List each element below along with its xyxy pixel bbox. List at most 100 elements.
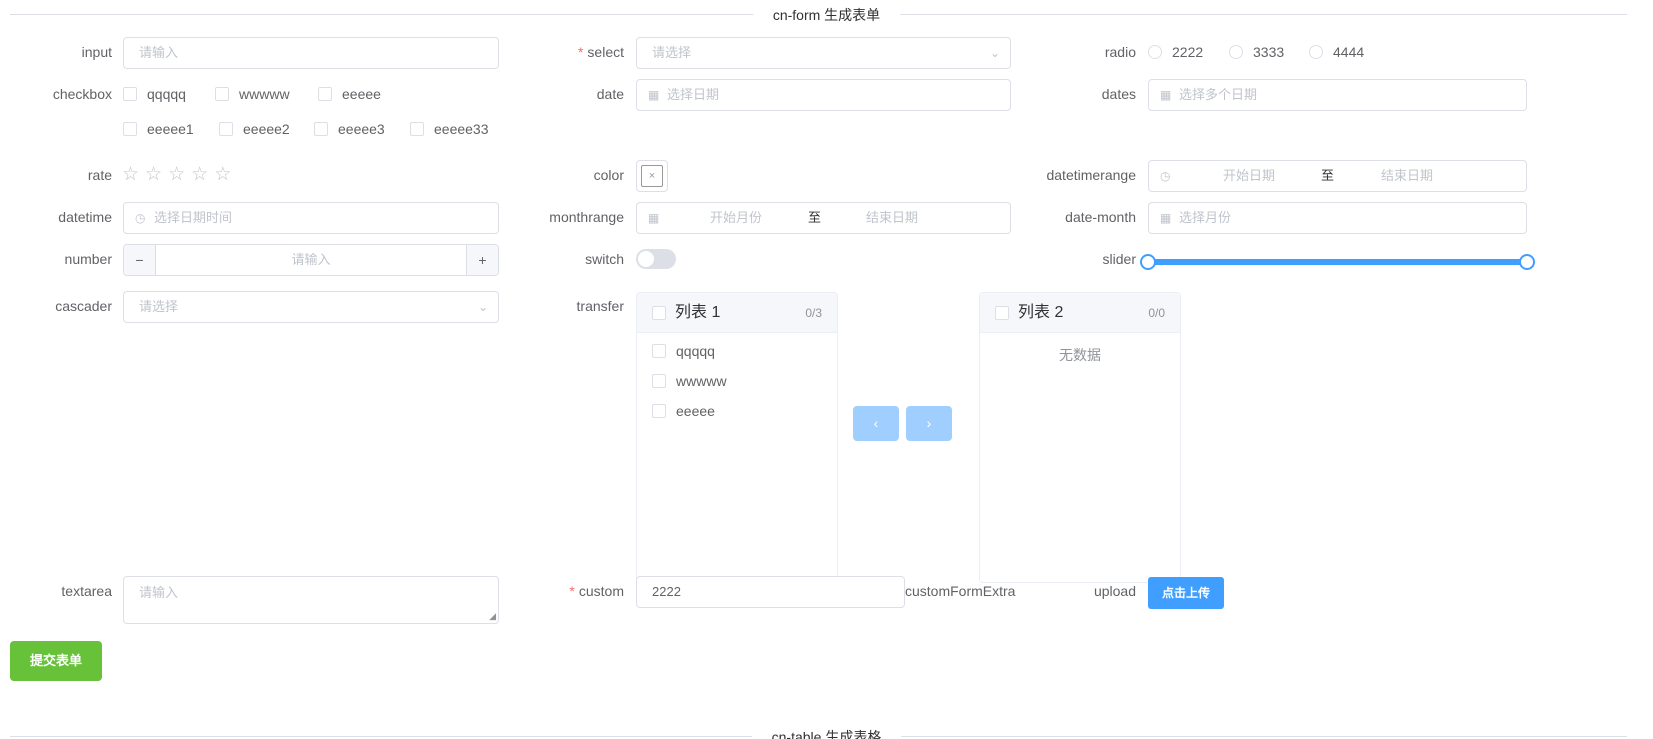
star-icon[interactable]: ☆ [191, 159, 208, 191]
datetime-label: datetime [58, 209, 112, 225]
checkbox-square-icon [410, 122, 424, 136]
checkbox-option-label: eeeee [342, 86, 381, 102]
resize-handle-icon[interactable]: ◢ [489, 612, 496, 621]
slider-label: slider [1102, 251, 1136, 267]
checkbox-option-wwwww[interactable]: wwwww [215, 84, 290, 104]
custom-input[interactable]: 2222 [636, 576, 905, 608]
datetimerange-start: 开始日期 [1223, 168, 1276, 183]
radio-option-label: 2222 [1172, 44, 1204, 60]
datetimerange-separator: 至 [1321, 168, 1335, 183]
date-month-picker[interactable]: ▦ 选择月份 [1148, 202, 1527, 234]
star-icon[interactable]: ☆ [168, 159, 185, 191]
transfer-item[interactable]: eeeee [652, 403, 715, 419]
input-field[interactable]: 请输入 [123, 37, 499, 69]
chevron-down-icon: ⌄ [477, 300, 488, 314]
calendar-icon: ▦ [648, 211, 660, 225]
transfer-to-right-button[interactable]: › [906, 406, 952, 441]
slider-end-handle[interactable] [1519, 254, 1535, 270]
star-icon[interactable]: ☆ [145, 159, 162, 191]
clock-icon: ◷ [135, 211, 146, 225]
radio-option-4444[interactable]: 4444 [1309, 42, 1364, 62]
transfer-to-left-button[interactable]: ‹ [853, 406, 899, 441]
date-picker[interactable]: ▦ 选择日期 [636, 79, 1011, 111]
plus-button[interactable]: + [466, 245, 498, 275]
calendar-icon: ▦ [1160, 211, 1172, 225]
checkbox-option-label: wwwww [239, 86, 290, 102]
checkbox-option-eeeee33[interactable]: eeeee33 [410, 119, 489, 139]
radio-circle-icon [1229, 45, 1243, 59]
radio-label: radio [1104, 44, 1136, 60]
datetimerange-end: 结束日期 [1381, 168, 1434, 183]
monthrange-end: 结束日期 [866, 210, 919, 225]
checkbox-option-eeeee3[interactable]: eeeee3 [314, 119, 385, 139]
custom-extra-text: customFormExtra [905, 583, 1016, 599]
textarea-field[interactable]: 请输入 ◢ [123, 576, 499, 624]
checkbox-option-eeeee1[interactable]: eeeee1 [123, 119, 194, 139]
checkbox-square-icon [652, 344, 666, 358]
date-month-label: date-month [1065, 209, 1136, 225]
checkbox-square-icon [652, 404, 666, 418]
monthrange-start: 开始月份 [710, 210, 763, 225]
switch-knob [638, 251, 654, 267]
cascader-field[interactable]: 请选择 ⌄ [123, 291, 499, 323]
table-section-title: cn-table 生成表格 [751, 727, 902, 739]
clock-icon: ◷ [1160, 169, 1171, 183]
dates-picker[interactable]: ▦ 选择多个日期 [1148, 79, 1527, 111]
datetimerange-label: datetimerange [1046, 167, 1136, 183]
slider-start-handle[interactable] [1140, 254, 1156, 270]
submit-button[interactable]: 提交表单 [10, 641, 102, 681]
number-stepper[interactable]: − 请输入 + [123, 244, 499, 276]
checkbox-option-eeeee[interactable]: eeeee [318, 84, 381, 104]
star-icon[interactable]: ☆ [122, 159, 139, 191]
select-all-checkbox[interactable] [652, 306, 666, 320]
checkbox-square-icon [123, 87, 137, 101]
rate-label: rate [87, 167, 112, 183]
input-label: input [81, 44, 112, 60]
rate-stars[interactable]: ☆ ☆ ☆ ☆ ☆ [122, 159, 231, 191]
select-label-text: select [587, 44, 624, 60]
checkbox-option-eeeee2[interactable]: eeeee2 [219, 119, 290, 139]
datetime-picker[interactable]: ◷ 选择日期时间 [123, 202, 499, 234]
star-icon[interactable]: ☆ [214, 159, 231, 191]
monthrange-label: monthrange [549, 209, 624, 225]
transfer-left-count: 0/3 [805, 306, 822, 320]
color-picker[interactable]: × [636, 160, 668, 192]
date-month-placeholder: 选择月份 [1179, 210, 1232, 225]
upload-button[interactable]: 点击上传 [1148, 577, 1224, 609]
checkbox-label: checkbox [52, 86, 112, 102]
minus-button[interactable]: − [124, 245, 156, 275]
transfer-left-title: 列表 1 [675, 304, 721, 321]
datetimerange-picker[interactable]: ◷ 开始日期 至 结束日期 [1148, 160, 1527, 192]
textarea-label: textarea [61, 583, 112, 599]
checkbox-option-label: eeeee33 [434, 121, 489, 137]
radio-option-2222[interactable]: 2222 [1148, 42, 1203, 62]
radio-option-3333[interactable]: 3333 [1229, 42, 1284, 62]
radio-circle-icon [1309, 45, 1323, 59]
checkbox-option-label: eeeee3 [338, 121, 385, 137]
custom-label: * custom [514, 575, 624, 607]
chevron-left-icon: ‹ [873, 415, 879, 431]
switch-label: switch [585, 251, 624, 267]
transfer-item-label: qqqqq [676, 343, 715, 359]
monthrange-picker[interactable]: ▦ 开始月份 至 结束日期 [636, 202, 1011, 234]
close-icon: × [641, 165, 663, 187]
form-section-title: cn-form 生成表单 [752, 5, 901, 25]
checkbox-option-qqqqq[interactable]: qqqqq [123, 84, 186, 104]
chevron-down-icon: ⌄ [989, 46, 1000, 60]
select-all-checkbox[interactable] [995, 306, 1009, 320]
switch-toggle[interactable] [636, 249, 676, 269]
checkbox-square-icon [652, 374, 666, 388]
select-field[interactable]: 请选择 ⌄ [636, 37, 1011, 69]
transfer-right-panel: 列表 2 0/0 无数据 [979, 292, 1181, 583]
slider-range-bar[interactable] [1148, 259, 1527, 265]
custom-value: 2222 [652, 584, 681, 599]
number-placeholder: 请输入 [291, 252, 331, 267]
transfer-item[interactable]: wwwww [652, 373, 727, 389]
transfer-item-label: wwwww [676, 373, 727, 389]
datetime-placeholder: 选择日期时间 [154, 210, 233, 225]
checkbox-option-label: eeeee1 [147, 121, 194, 137]
transfer-right-title: 列表 2 [1018, 304, 1064, 321]
transfer-label: transfer [576, 298, 624, 314]
checkbox-option-label: qqqqq [147, 86, 186, 102]
transfer-item[interactable]: qqqqq [652, 343, 715, 359]
